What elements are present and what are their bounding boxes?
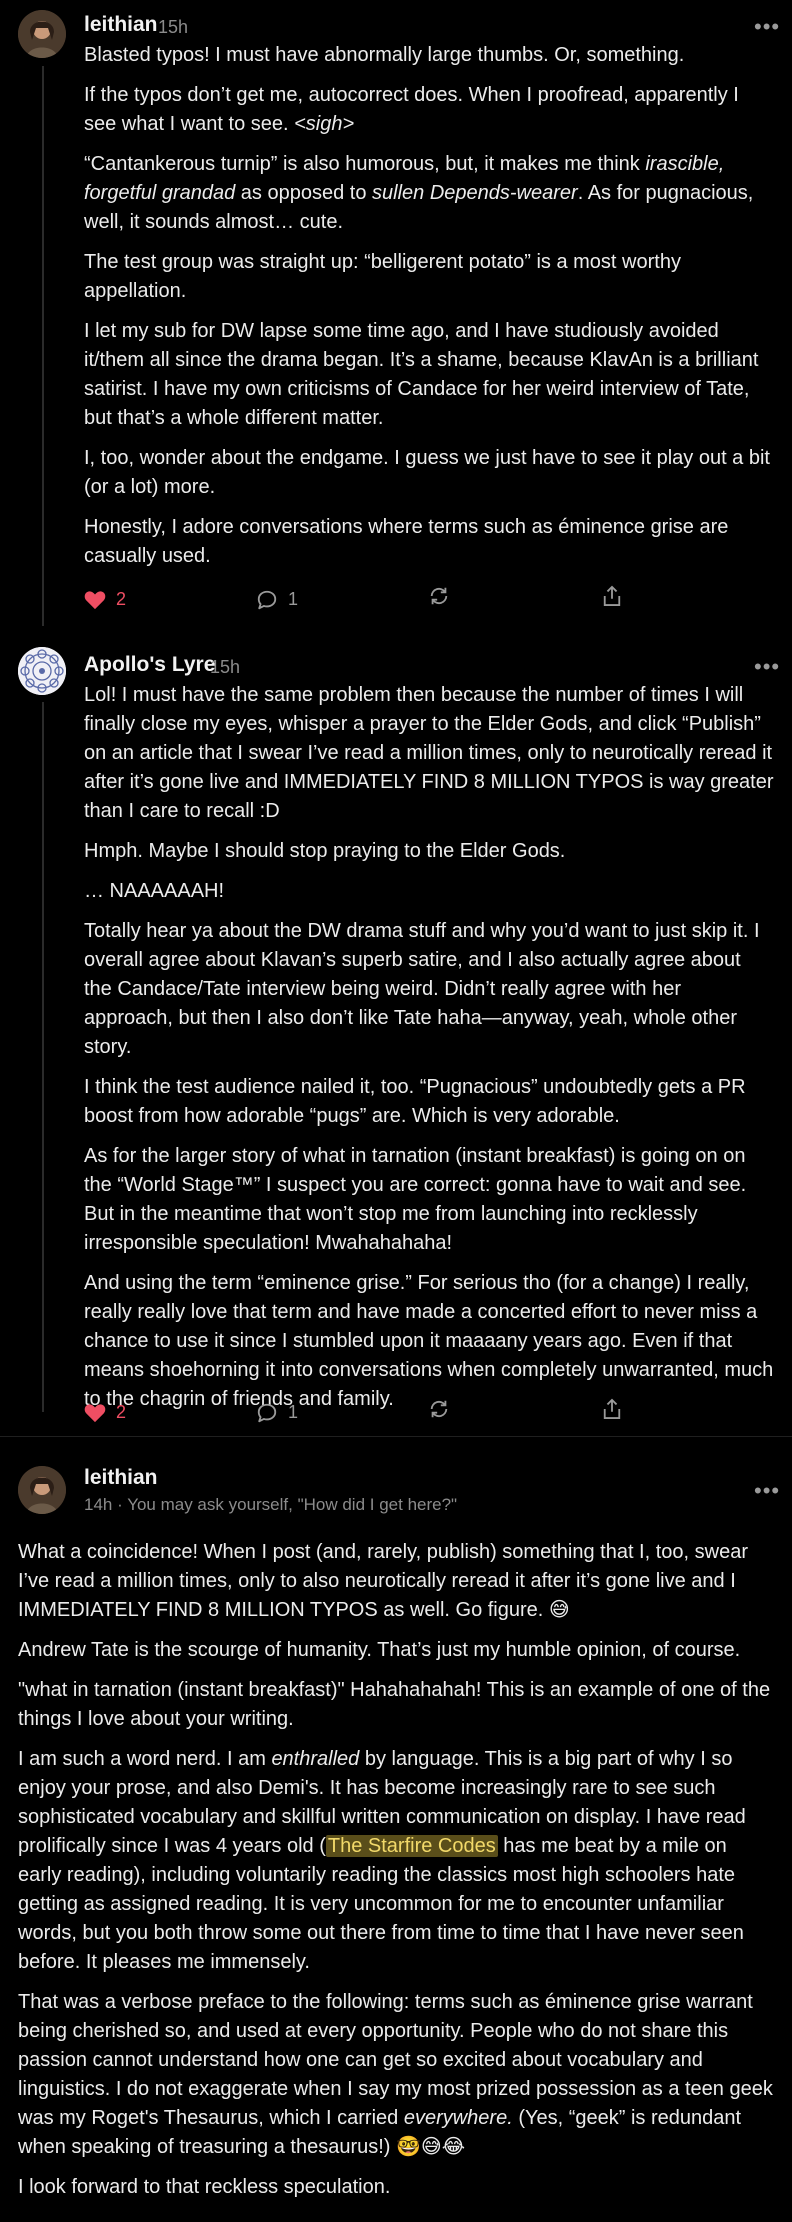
subtitle: You may ask yourself, "How did I get her…: [127, 1495, 458, 1514]
restack-button[interactable]: [428, 1398, 450, 1420]
share-icon: [603, 1398, 621, 1419]
reply-count: 1: [288, 1402, 299, 1422]
paragraph: Blasted typos! I must have abnormally la…: [84, 44, 685, 66]
heart-icon: [84, 590, 106, 609]
meta-separator: ·: [117, 1495, 128, 1514]
paragraph: I let my sub for DW lapse some time ago,…: [84, 320, 759, 429]
share-button[interactable]: [602, 585, 622, 607]
thread-line: [42, 702, 44, 1412]
comment-1: leithian 15h ••• Blasted typos! I must h…: [0, 0, 792, 630]
timestamp[interactable]: 15h: [158, 13, 188, 42]
paragraph: “Cantankerous turnip” is also humorous, …: [84, 153, 754, 233]
author-name[interactable]: Apollo's Lyre: [84, 650, 215, 679]
paragraph: Andrew Tate is the scourge of humanity. …: [18, 1639, 741, 1661]
comment-body: Lol! I must have the same problem then b…: [84, 681, 774, 1414]
paragraph: Hmph. Maybe I should stop praying to the…: [84, 840, 566, 862]
author-name[interactable]: leithian: [84, 1463, 158, 1492]
like-button[interactable]: 2: [84, 585, 126, 614]
paragraph: I am such a word nerd. I am enthralled b…: [18, 1748, 746, 1973]
comment-3: leithian 14h · You may ask yourself, "Ho…: [0, 1450, 792, 2222]
paragraph: What a coincidence! When I post (and, ra…: [18, 1541, 748, 1621]
thread-line: [42, 66, 44, 626]
more-icon[interactable]: •••: [754, 16, 780, 38]
comment-actions: 2 1: [84, 585, 644, 615]
comment-actions: 2 1: [84, 1398, 644, 1428]
like-count: 2: [116, 589, 127, 609]
divider: [0, 1436, 792, 1437]
like-button[interactable]: 2: [84, 1398, 126, 1427]
restack-icon: [430, 587, 448, 605]
heart-icon: [84, 1403, 106, 1422]
avatar[interactable]: [18, 647, 66, 695]
reply-button[interactable]: 1: [256, 585, 298, 614]
paragraph: The test group was straight up: “bellige…: [84, 251, 681, 302]
comment-body: What a coincidence! When I post (and, ra…: [18, 1538, 774, 2202]
comment-2: Apollo's Lyre 15h ••• Lol! I must have t…: [0, 640, 792, 1422]
paragraph: As for the larger story of what in tarna…: [84, 1145, 747, 1254]
paragraph: And using the term “eminence grise.” For…: [84, 1272, 774, 1410]
timestamp[interactable]: 15h: [210, 653, 240, 682]
restack-icon: [430, 1400, 448, 1418]
paragraph: If the typos don’t get me, autocorrect d…: [84, 84, 739, 135]
avatar[interactable]: [18, 10, 66, 58]
like-count: 2: [116, 1402, 127, 1422]
paragraph: I, too, wonder about the endgame. I gues…: [84, 447, 770, 498]
author-name[interactable]: leithian: [84, 10, 158, 39]
paragraph: That was a verbose preface to the follow…: [18, 1991, 773, 2158]
share-icon: [603, 585, 621, 606]
more-icon[interactable]: •••: [754, 656, 780, 678]
comment-icon: [257, 590, 277, 609]
paragraph: "what in tarnation (instant breakfast)" …: [18, 1679, 771, 1730]
paragraph: … NAAAAAAH!: [84, 880, 225, 902]
paragraph: Honestly, I adore conversations where te…: [84, 516, 729, 567]
reply-count: 1: [288, 589, 299, 609]
paragraph: Lol! I must have the same problem then b…: [84, 684, 774, 822]
reply-button[interactable]: 1: [256, 1398, 298, 1427]
book-link[interactable]: The Starfire Codes: [325, 1835, 498, 1857]
comment-body: Blasted typos! I must have abnormally la…: [84, 41, 774, 571]
comment-icon: [257, 1403, 277, 1422]
restack-button[interactable]: [428, 585, 450, 607]
avatar[interactable]: [18, 1466, 66, 1514]
comment-meta: 14h · You may ask yourself, "How did I g…: [84, 1490, 457, 1519]
paragraph: I look forward to that reckless speculat…: [18, 2176, 391, 2198]
timestamp[interactable]: 14h: [84, 1495, 112, 1514]
more-icon[interactable]: •••: [754, 1480, 780, 1502]
paragraph: I think the test audience nailed it, too…: [84, 1076, 746, 1127]
paragraph: Totally hear ya about the DW drama stuff…: [84, 920, 760, 1058]
share-button[interactable]: [602, 1398, 622, 1420]
